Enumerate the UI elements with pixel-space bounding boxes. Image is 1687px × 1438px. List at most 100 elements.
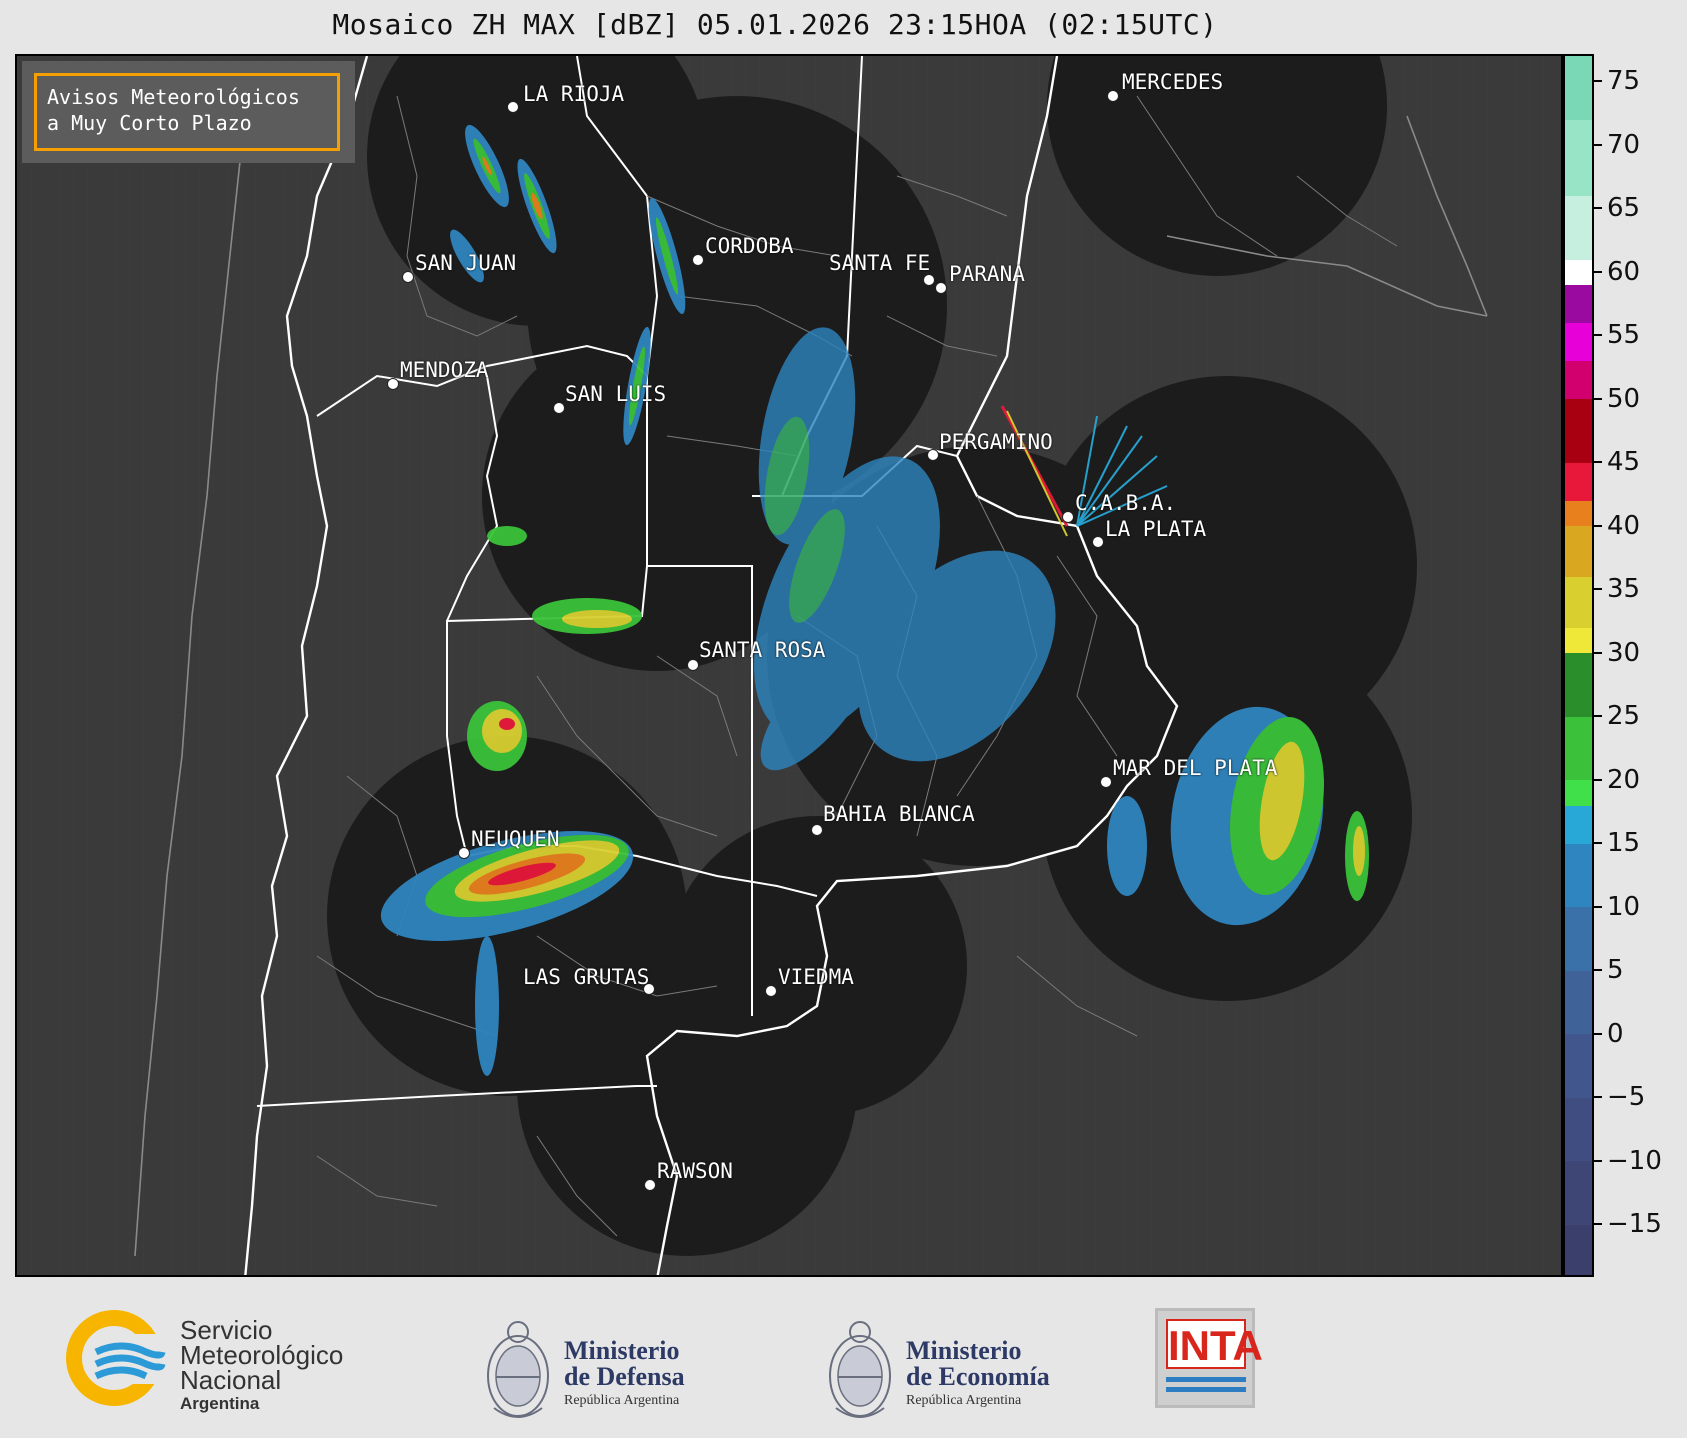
colorbar-tick-label: 25	[1607, 701, 1641, 732]
city-label-la-plata: LA PLATA	[1105, 517, 1207, 541]
colorbar-tick-label: 50	[1607, 383, 1641, 414]
colorbar-band	[1565, 1033, 1592, 1098]
colorbar-tick	[1594, 80, 1602, 83]
city-label-santa-rosa: SANTA ROSA	[699, 638, 826, 662]
inta-wordmark: INTA	[1166, 1319, 1263, 1369]
colorbar-band	[1565, 906, 1592, 971]
colorbar-tick	[1594, 270, 1602, 273]
notice-panel: Avisos Meteorológicos a Muy Corto Plazo	[22, 61, 355, 163]
city-label-mercedes: MERCEDES	[1122, 70, 1224, 94]
colorbar-tick	[1594, 842, 1602, 845]
defensa-text: Ministerio de Defensa República Argentin…	[564, 1338, 685, 1412]
city-label-neuquen: NEUQUEN	[471, 827, 560, 851]
economia-line-3: República Argentina	[906, 1393, 1022, 1408]
colorbar-tick-label: 15	[1607, 828, 1641, 859]
city-dot-mendoza	[387, 378, 399, 390]
colorbar-band	[1565, 970, 1592, 1035]
colorbar-tick	[1594, 461, 1602, 464]
colorbar-band	[1565, 805, 1592, 844]
colorbar-band	[1565, 843, 1592, 908]
smn-line-3: Nacional	[180, 1365, 282, 1395]
city-label-santa-fe: SANTA FE	[829, 251, 931, 275]
city-label-la-rioja: LA RIOJA	[523, 82, 625, 106]
city-label-caba: C.A.B.A.	[1075, 491, 1177, 515]
city-label-pergamino: PERGAMINO	[939, 430, 1053, 454]
colorbar-tick-label: 20	[1607, 764, 1641, 795]
colorbar-tick-label: 10	[1607, 891, 1641, 922]
colorbar-tick	[1594, 905, 1602, 908]
economia-line-1: Ministerio	[906, 1336, 1022, 1365]
radar-map[interactable]: LA RIOJA MERCEDES CORDOBA SAN JUAN SANTA…	[15, 54, 1563, 1277]
colorbar-band	[1565, 652, 1592, 717]
city-dot-cordoba	[692, 254, 704, 266]
notice-box: Avisos Meteorológicos a Muy Corto Plazo	[34, 73, 340, 151]
economia-line-2: de Economía	[906, 1362, 1050, 1391]
inta-stripe	[1166, 1387, 1246, 1392]
colorbar-tick-label: 30	[1607, 637, 1641, 668]
city-label-cordoba: CORDOBA	[705, 234, 794, 258]
colorbar-tick-label: 70	[1607, 129, 1641, 160]
city-dot-la-rioja	[507, 101, 519, 113]
colorbar-tick-label: −15	[1607, 1209, 1662, 1240]
city-dot-pergamino	[927, 449, 939, 461]
city-dot-parana	[935, 282, 947, 294]
colorbar-tick	[1594, 334, 1602, 337]
colorbar-band	[1565, 56, 1592, 120]
city-dot-mercedes	[1107, 90, 1119, 102]
colorbar-band	[1565, 360, 1592, 400]
colorbar-tick	[1594, 1159, 1602, 1162]
city-dot-santa-rosa	[687, 659, 699, 671]
city-dot-viedma	[765, 985, 777, 997]
colorbar-tick	[1594, 143, 1602, 146]
notice-line-2: a Muy Corto Plazo	[47, 111, 252, 135]
city-dot-bahia-blanca	[811, 824, 823, 836]
colorbar-band	[1565, 779, 1592, 806]
colorbar-tick-label: 60	[1607, 256, 1641, 287]
colorbar-band	[1565, 195, 1592, 260]
coat-of-arms-icon	[487, 1321, 549, 1418]
colorbar-tick-label: −10	[1607, 1145, 1662, 1176]
city-label-las-grutas: LAS GRUTAS	[523, 965, 650, 989]
colorbar-band	[1565, 1097, 1592, 1162]
city-label-mendoza: MENDOZA	[400, 358, 489, 382]
colorbar-tick	[1594, 715, 1602, 718]
city-dot-rawson	[644, 1179, 656, 1191]
ministerio-economia-logo: Ministerio de Economía República Argenti…	[820, 1308, 1080, 1428]
ministerio-defensa-logo: Ministerio de Defensa República Argentin…	[478, 1308, 738, 1428]
city-dot-san-juan	[402, 271, 414, 283]
city-label-mar-del-plata: MAR DEL PLATA	[1113, 756, 1278, 780]
colorbar-band	[1565, 716, 1592, 781]
city-dot-la-plata	[1092, 536, 1104, 548]
defensa-line-1: Ministerio	[564, 1336, 680, 1365]
colorbar-tick-label: 35	[1607, 574, 1641, 605]
colorbar-tick	[1594, 969, 1602, 972]
coat-of-arms-icon	[829, 1321, 891, 1418]
colorbar-band	[1565, 1160, 1592, 1225]
smn-text: Servicio Meteorológico Nacional Argentin…	[180, 1317, 343, 1415]
colorbar-band	[1565, 525, 1592, 578]
colorbar-tick-label: 5	[1607, 955, 1624, 986]
colorbar-tick	[1594, 778, 1602, 781]
smn-line-4: Argentina	[180, 1394, 260, 1413]
city-label-rawson: RAWSON	[657, 1159, 733, 1183]
colorbar-tick	[1594, 1096, 1602, 1099]
city-label-parana: PARANA	[949, 262, 1025, 286]
defensa-line-3: República Argentina	[564, 1393, 680, 1408]
colorbar-tick	[1594, 524, 1602, 527]
colorbar-band	[1565, 627, 1592, 654]
colorbar-band	[1565, 462, 1592, 501]
city-dot-caba	[1062, 511, 1074, 523]
colorbar-tick	[1594, 397, 1602, 400]
colorbar-band	[1565, 1224, 1592, 1275]
colorbar-tick	[1594, 1223, 1602, 1226]
colorbar-band	[1565, 259, 1592, 286]
colorbar-tick	[1594, 651, 1602, 654]
city-dot-santa-fe	[923, 274, 935, 286]
colorbar-tick	[1594, 1032, 1602, 1035]
colorbar-band	[1565, 500, 1592, 527]
smn-logo-icon	[66, 1310, 166, 1406]
city-dot-san-luis	[553, 402, 565, 414]
colorbar-tick-label: 40	[1607, 510, 1641, 541]
city-label-san-luis: SAN LUIS	[565, 382, 667, 406]
colorbar-tick-label: 0	[1607, 1018, 1624, 1049]
